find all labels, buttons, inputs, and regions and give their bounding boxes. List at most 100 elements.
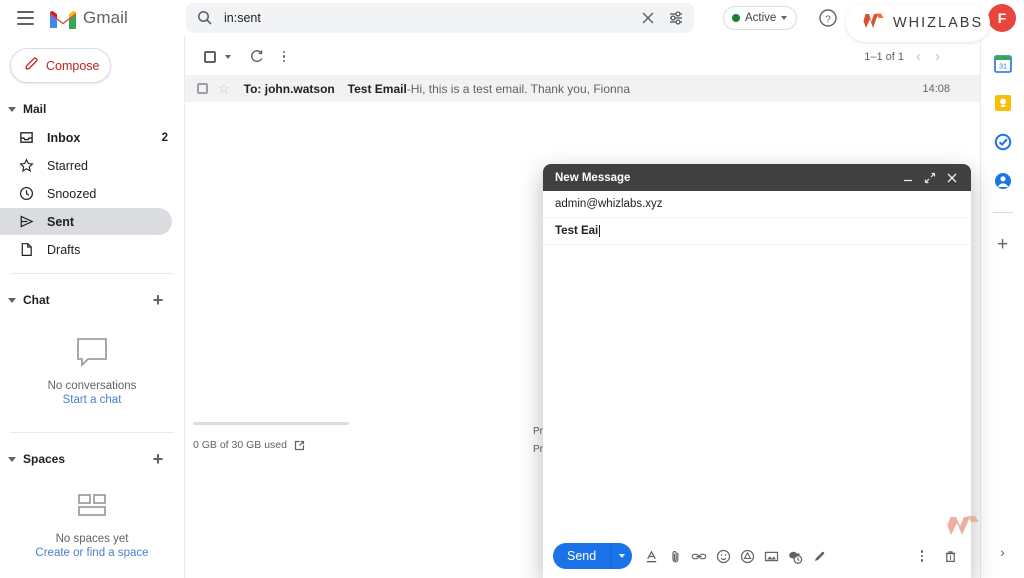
add-space-icon[interactable]: + bbox=[148, 449, 168, 469]
compose-title: New Message bbox=[555, 171, 631, 184]
expand-panel-chevron-right-icon[interactable]: › bbox=[1000, 544, 1005, 560]
confidential-mode-icon[interactable] bbox=[784, 544, 806, 568]
svg-text:31: 31 bbox=[999, 63, 1007, 70]
section-header-spaces[interactable]: Spaces + bbox=[0, 445, 184, 473]
compose-subject-value: Test Eai bbox=[555, 225, 599, 237]
insert-drive-icon[interactable] bbox=[736, 544, 758, 568]
section-label: Spaces bbox=[23, 452, 66, 466]
status-chip-active[interactable]: Active bbox=[723, 6, 798, 30]
sidebar-item-label: Drafts bbox=[47, 242, 81, 257]
help-circle-icon[interactable]: ? bbox=[818, 8, 838, 28]
spaces-empty-title: No spaces yet bbox=[55, 533, 129, 545]
storage-progress-bar bbox=[193, 422, 349, 425]
insert-photo-icon[interactable] bbox=[760, 544, 782, 568]
email-subject: Test Email bbox=[347, 81, 407, 96]
more-vertical-icon bbox=[282, 50, 286, 63]
clear-search-icon[interactable] bbox=[634, 4, 662, 32]
add-chat-icon[interactable]: + bbox=[148, 290, 168, 310]
compose-body[interactable] bbox=[543, 245, 971, 534]
prev-page-icon[interactable]: ‹ bbox=[914, 48, 923, 65]
text-cursor bbox=[599, 225, 601, 237]
discard-draft-trash-icon[interactable] bbox=[939, 544, 961, 568]
compose-more-options-icon[interactable] bbox=[911, 544, 933, 568]
chat-bubble-icon bbox=[0, 336, 184, 368]
chevron-down-icon bbox=[618, 554, 625, 558]
compose-label: Compose bbox=[46, 58, 100, 73]
svg-text:?: ? bbox=[825, 14, 831, 25]
sidebar-item-starred[interactable]: Starred bbox=[0, 152, 172, 179]
compose-window: New Message admin@whizlabs.xyz Test Eai … bbox=[543, 164, 971, 578]
storage-label: 0 GB of 30 GB used bbox=[193, 439, 287, 451]
checkbox-icon bbox=[204, 50, 216, 63]
chevron-down-icon bbox=[8, 456, 16, 462]
send-button[interactable]: Send bbox=[553, 543, 611, 569]
status-label: Active bbox=[745, 12, 777, 24]
section-header-chat[interactable]: Chat + bbox=[0, 286, 184, 314]
search-options-icon[interactable] bbox=[662, 4, 690, 32]
search-bar[interactable] bbox=[186, 3, 694, 33]
chevron-down-icon bbox=[8, 106, 16, 112]
chevron-down-icon bbox=[781, 16, 788, 20]
send-paperplane-icon bbox=[18, 214, 34, 230]
select-all-chevron-down-icon[interactable] bbox=[225, 54, 231, 59]
compose-toolbar-right bbox=[909, 544, 961, 568]
gmail-logo[interactable]: Gmail bbox=[48, 7, 128, 30]
chat-empty-title: No conversations bbox=[47, 380, 137, 392]
start-a-chat-link[interactable]: Start a chat bbox=[0, 394, 184, 406]
divider bbox=[10, 273, 174, 274]
gmail-wordmark: Gmail bbox=[83, 8, 128, 27]
next-page-icon[interactable]: › bbox=[933, 48, 942, 65]
main-menu-icon[interactable] bbox=[8, 1, 42, 35]
star-icon[interactable]: ☆ bbox=[218, 81, 230, 97]
select-all-checkbox[interactable] bbox=[197, 44, 223, 70]
inbox-unread-count: 2 bbox=[161, 131, 168, 144]
divider bbox=[10, 432, 174, 433]
create-or-find-space-link[interactable]: Create or find a space bbox=[0, 547, 184, 559]
insert-signature-icon[interactable] bbox=[808, 544, 830, 568]
search-icon bbox=[190, 10, 220, 26]
sidebar-item-label: Snoozed bbox=[47, 186, 97, 201]
email-time: 14:08 bbox=[922, 82, 950, 95]
calendar-icon[interactable]: 31 bbox=[993, 54, 1012, 73]
section-label: Chat bbox=[23, 293, 50, 307]
contacts-icon[interactable] bbox=[993, 171, 1012, 190]
avatar[interactable]: F bbox=[988, 4, 1016, 32]
minimize-icon[interactable] bbox=[897, 168, 919, 188]
section-header-mail[interactable]: Mail bbox=[0, 95, 184, 123]
attach-file-icon[interactable] bbox=[664, 544, 686, 568]
search-input[interactable] bbox=[220, 11, 634, 25]
spaces-empty-state: No spaces yet Create or find a space bbox=[0, 473, 184, 559]
gmail-m-icon bbox=[48, 7, 78, 30]
plus-icon[interactable]: + bbox=[997, 235, 1008, 254]
list-toolbar: 1–1 of 1 ‹ › bbox=[185, 40, 980, 73]
chat-empty-state: No conversations Start a chat bbox=[0, 314, 184, 406]
popout-expand-icon[interactable] bbox=[919, 168, 941, 188]
whizlabs-w-icon bbox=[860, 12, 886, 35]
tasks-icon[interactable] bbox=[993, 132, 1012, 151]
compose-toolbar: Send bbox=[543, 534, 971, 578]
sidebar-item-drafts[interactable]: Drafts bbox=[0, 236, 172, 263]
refresh-button[interactable] bbox=[243, 44, 269, 70]
compose-header[interactable]: New Message bbox=[543, 164, 971, 191]
insert-link-icon[interactable] bbox=[688, 544, 710, 568]
send-options-button[interactable] bbox=[610, 543, 633, 569]
insert-emoji-icon[interactable] bbox=[712, 544, 734, 568]
table-row[interactable]: ☆ To: john.watson Test Email - Hi, this … bbox=[185, 75, 980, 102]
sidebar-item-inbox[interactable]: Inbox 2 bbox=[0, 124, 172, 151]
compose-button[interactable]: Compose bbox=[10, 48, 111, 83]
storage-text-row: 0 GB of 30 GB used bbox=[193, 439, 533, 451]
more-options-button[interactable] bbox=[271, 44, 297, 70]
compose-to-field[interactable]: admin@whizlabs.xyz bbox=[543, 191, 971, 218]
keep-icon[interactable] bbox=[993, 93, 1012, 112]
external-link-icon[interactable] bbox=[294, 440, 305, 451]
format-text-icon[interactable] bbox=[640, 544, 662, 568]
whizlabs-watermark-pill: WHIZLABS bbox=[846, 4, 990, 42]
sidebar-item-sent[interactable]: Sent bbox=[0, 208, 172, 235]
chevron-down-icon bbox=[8, 297, 16, 303]
compose-subject-field[interactable]: Test Eai bbox=[543, 218, 971, 245]
sidebar-item-snoozed[interactable]: Snoozed bbox=[0, 180, 172, 207]
document-icon bbox=[18, 242, 34, 258]
close-icon[interactable] bbox=[941, 168, 963, 188]
pencil-icon bbox=[24, 56, 39, 76]
row-checkbox[interactable] bbox=[197, 83, 208, 94]
